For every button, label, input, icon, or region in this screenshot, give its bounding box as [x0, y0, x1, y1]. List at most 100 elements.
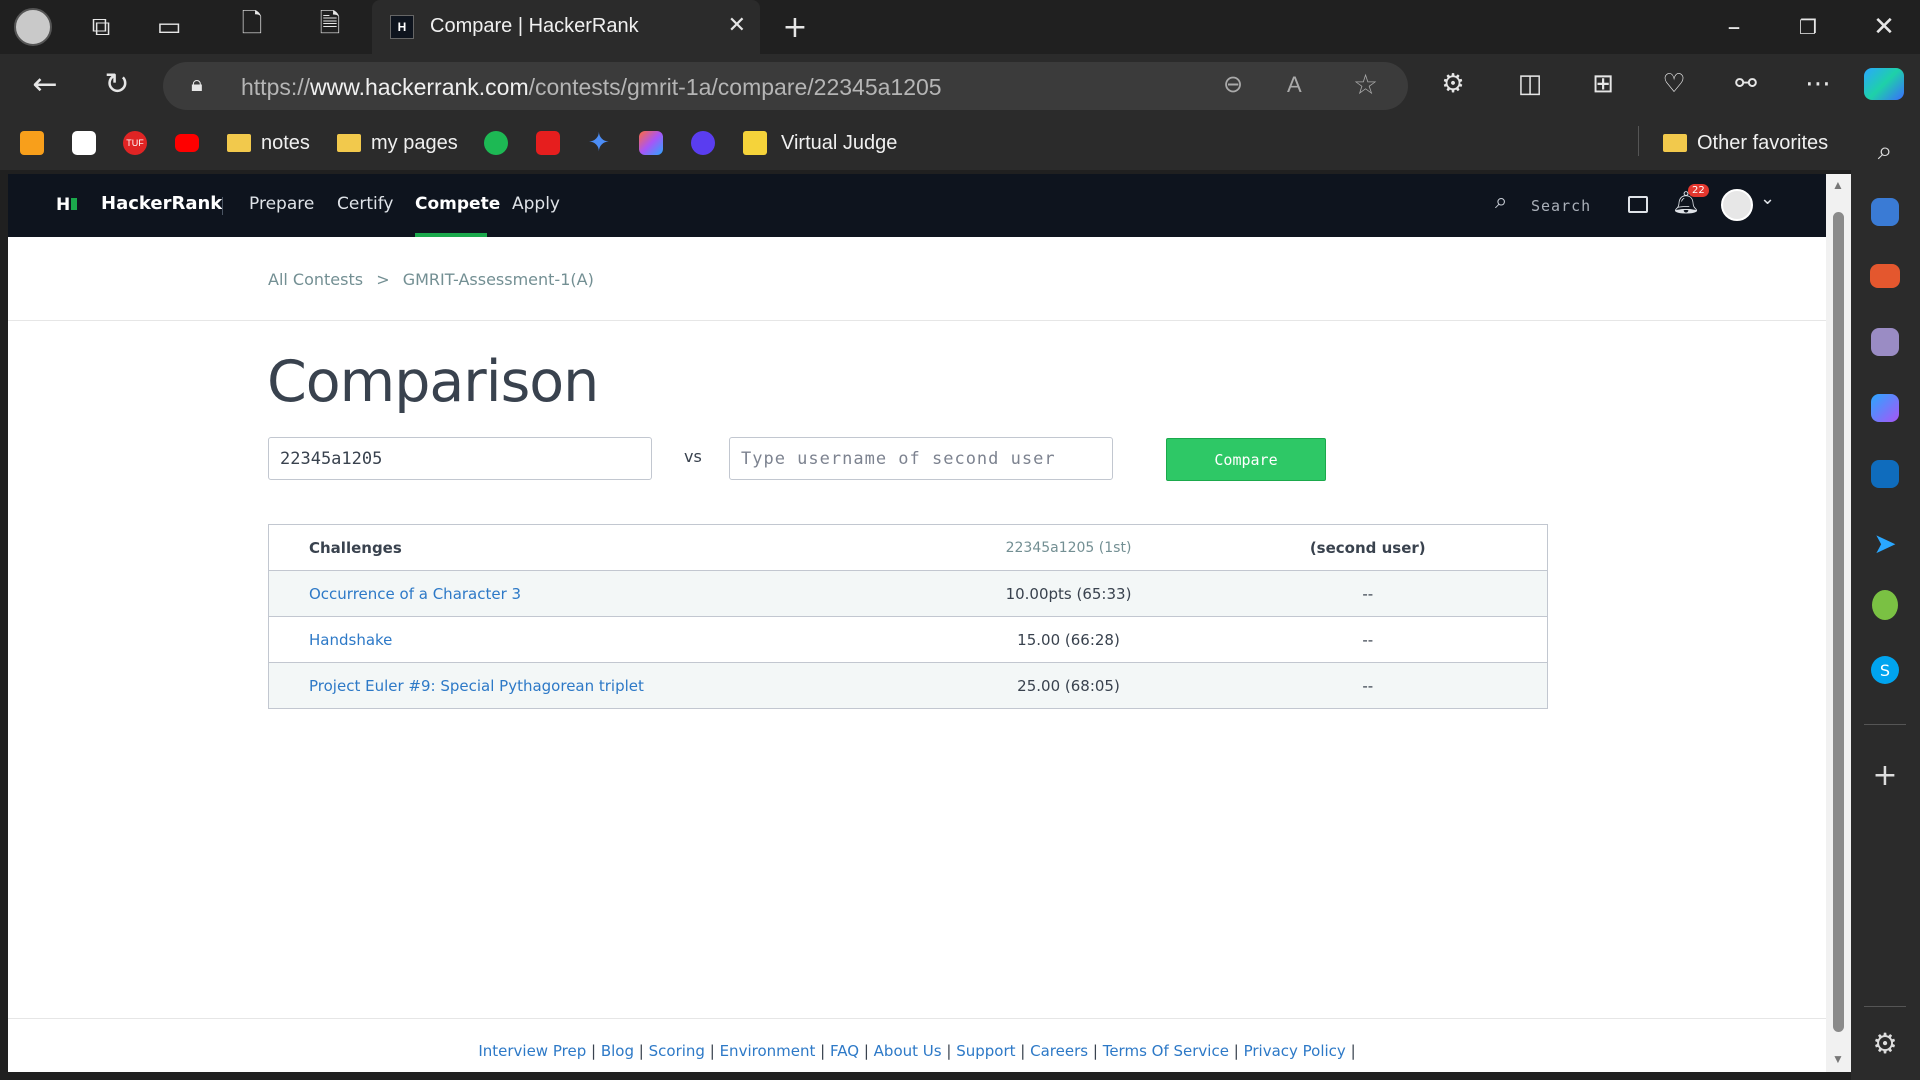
compare-button[interactable]: Compare	[1166, 438, 1326, 481]
scroll-up-icon[interactable]: ▲	[1832, 178, 1844, 192]
footer-link-interview-prep[interactable]: Interview Prep	[478, 1042, 586, 1060]
nav-certify[interactable]: Certify	[337, 194, 393, 214]
fav-tuf[interactable]: TUF	[123, 128, 147, 158]
breadcrumb-all-contests[interactable]: All Contests	[268, 270, 363, 289]
sidebar-send-icon[interactable]: ➤	[1866, 524, 1904, 562]
challenge-link[interactable]: Occurrence of a Character 3	[309, 585, 521, 603]
footer-link-faq[interactable]: FAQ	[830, 1042, 859, 1060]
scrollbar-thumb[interactable]	[1833, 212, 1844, 1032]
second-user-input[interactable]	[729, 437, 1113, 480]
fav-copilot[interactable]	[639, 128, 663, 158]
minimize-icon[interactable]: –	[1712, 5, 1756, 49]
hackerrank-navbar: H HackerRank Prepare Certify Compete App…	[8, 174, 1826, 237]
more-menu-icon[interactable]: ⋯	[1796, 62, 1840, 106]
challenge-link[interactable]: Project Euler #9: Special Pythagorean tr…	[309, 677, 644, 695]
browser-essentials-icon[interactable]: ♡	[1652, 62, 1696, 106]
collections-icon[interactable]: ⚙	[1431, 62, 1475, 106]
header-second-user: (second user)	[1188, 524, 1548, 571]
nav-search[interactable]: Search	[1531, 197, 1591, 215]
footer-link-support[interactable]: Support	[956, 1042, 1015, 1060]
sidebar-shopping-icon[interactable]	[1871, 198, 1899, 226]
refresh-icon[interactable]: ↻	[95, 62, 139, 106]
footer-separator: |	[946, 1042, 952, 1060]
first-user-input[interactable]	[268, 437, 652, 480]
fav-spotify[interactable]	[484, 128, 508, 158]
second-user-score: --	[1188, 616, 1548, 663]
footer-link-scoring[interactable]: Scoring	[649, 1042, 705, 1060]
page-scrollbar[interactable]: ▲ ▼	[1826, 174, 1851, 1072]
fav-gemini[interactable]: ✦	[588, 128, 610, 158]
fav-leetcode[interactable]	[20, 128, 44, 158]
close-tab-icon[interactable]: ✕	[728, 12, 746, 38]
fav-red-app[interactable]	[536, 128, 560, 158]
address-bar[interactable]: 🔒︎ https://www.hackerrank.com/contests/g…	[163, 62, 1408, 110]
gemini-icon: ✦	[588, 128, 610, 158]
tab-actions-icon[interactable]: ▭	[147, 5, 191, 49]
profile-avatar[interactable]	[14, 8, 52, 46]
zoom-out-icon[interactable]: ⊖	[1223, 70, 1243, 98]
sidebar-games-icon[interactable]	[1871, 328, 1899, 356]
sidebar-settings-icon[interactable]: ⚙	[1866, 1024, 1904, 1062]
fav-youtube[interactable]	[175, 128, 199, 158]
footer-separator: |	[1020, 1042, 1026, 1060]
page-icon[interactable]: 🗋	[230, 5, 274, 49]
read-aloud-icon[interactable]: A	[1287, 72, 1302, 98]
lock-icon[interactable]: 🔒︎	[191, 72, 203, 97]
breadcrumb-contest[interactable]: GMRIT-Assessment-1(A)	[403, 270, 594, 289]
sidebar-tools-icon[interactable]	[1870, 264, 1900, 288]
fav-other-favorites[interactable]: Other favorites	[1663, 128, 1828, 158]
split-screen-icon[interactable]: ◫	[1508, 62, 1552, 106]
footer-link-about-us[interactable]: About Us	[874, 1042, 942, 1060]
scroll-down-icon[interactable]: ▼	[1832, 1052, 1844, 1066]
footer-separator: |	[863, 1042, 869, 1060]
new-tab-icon[interactable]: +	[773, 5, 817, 49]
fav-owl[interactable]	[691, 128, 715, 158]
close-window-icon[interactable]: ✕	[1862, 5, 1906, 49]
back-icon[interactable]: ←	[23, 62, 67, 106]
spotify-icon	[484, 131, 508, 155]
leetcode-icon	[20, 131, 44, 155]
red-app-icon	[536, 131, 560, 155]
nav-compete[interactable]: Compete	[415, 194, 500, 214]
fav-chatgpt[interactable]	[72, 128, 96, 158]
challenge-cell: Occurrence of a Character 3	[268, 570, 949, 617]
restore-icon[interactable]: ❐	[1786, 5, 1830, 49]
sidebar-add-icon[interactable]: +	[1866, 756, 1904, 794]
logo-letter: H	[56, 195, 71, 215]
footer-link-blog[interactable]: Blog	[601, 1042, 634, 1060]
brand-name[interactable]: HackerRank	[101, 193, 222, 214]
footer-divider	[8, 1018, 1826, 1019]
profile-chevron-down-icon[interactable]: ⌄	[1760, 188, 1775, 209]
url-text[interactable]: https://www.hackerrank.com/contests/gmri…	[241, 74, 942, 101]
footer-link-environment[interactable]: Environment	[720, 1042, 816, 1060]
nav-divider	[222, 197, 223, 215]
add-collection-icon[interactable]: ⊞	[1581, 62, 1625, 106]
user-avatar[interactable]	[1721, 189, 1753, 221]
footer-link-privacy[interactable]: Privacy Policy	[1244, 1042, 1346, 1060]
folder-icon	[1663, 134, 1687, 152]
nav-apply[interactable]: Apply	[512, 194, 560, 214]
sidebar-skype-icon[interactable]: S	[1871, 656, 1899, 684]
search-icon[interactable]: ⌕	[1495, 189, 1507, 214]
sidebar-tree-icon[interactable]	[1872, 590, 1898, 620]
copilot-icon[interactable]	[1864, 68, 1904, 100]
nav-prepare[interactable]: Prepare	[249, 194, 314, 214]
footer-link-careers[interactable]: Careers	[1030, 1042, 1088, 1060]
copilot-share-icon[interactable]: ⚯	[1724, 62, 1768, 106]
fav-my-pages[interactable]: my pages	[337, 128, 458, 158]
footer-link-terms[interactable]: Terms Of Service	[1103, 1042, 1229, 1060]
fav-notes[interactable]: notes	[227, 128, 310, 158]
fav-virtual-judge[interactable]: Virtual Judge	[743, 128, 897, 158]
favorite-star-icon[interactable]: ☆	[1353, 68, 1378, 101]
sidebar-search-icon[interactable]: ⌕	[1866, 132, 1904, 170]
workspaces-icon[interactable]: ⧉	[79, 5, 123, 49]
active-tab[interactable]: H Compare | HackerRank ✕	[372, 0, 760, 54]
vs-label: vs	[684, 447, 702, 466]
closed-page-icon[interactable]: 🗎	[308, 5, 352, 49]
challenge-link[interactable]: Handshake	[309, 631, 392, 649]
sidebar-copilot-icon[interactable]	[1871, 394, 1899, 422]
hackerrank-logo-icon[interactable]: H	[56, 195, 78, 215]
hackerrank-favicon-icon: H	[390, 15, 414, 39]
sidebar-outlook-icon[interactable]	[1871, 460, 1899, 488]
messages-icon[interactable]	[1628, 196, 1648, 213]
